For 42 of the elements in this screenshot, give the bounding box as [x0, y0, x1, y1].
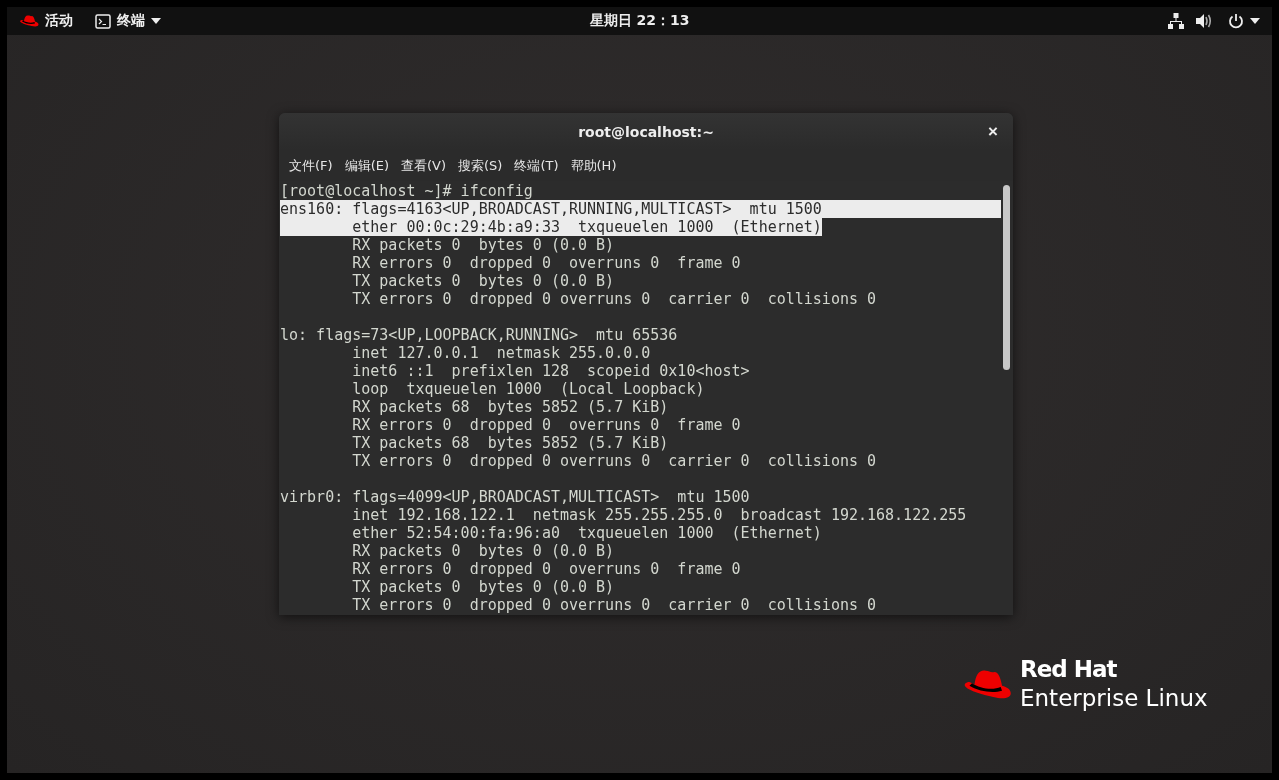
- close-button[interactable]: ×: [983, 122, 1003, 142]
- terminal-line: [root@localhost ~]# ifconfig: [280, 182, 533, 200]
- power-menu-button[interactable]: [1226, 13, 1262, 29]
- terminal-line: virbr0: flags=4099<UP,BROADCAST,MULTICAST> mtu 1500: [280, 488, 750, 506]
- caret-icon: [151, 18, 161, 24]
- terminal-line: TX packets 0 bytes 0 (0.0 B): [351, 578, 615, 596]
- window-title: root@localhost:~: [578, 123, 714, 140]
- clock[interactable]: 星期日 22：13: [589, 12, 690, 30]
- power-icon: [1228, 13, 1244, 29]
- network-icon[interactable]: [1168, 13, 1184, 29]
- menu-item[interactable]: 终端(T): [508, 152, 565, 179]
- menu-item[interactable]: 查看(V): [395, 152, 453, 179]
- terminal-line: TX errors 0 dropped 0 overruns 0 carrier 0 collisions 0: [351, 452, 877, 470]
- terminal-line: inet6 ::1 prefixlen 128 scopeid 0x10<host>: [351, 362, 750, 380]
- terminal-line: RX errors 0 dropped 0 overruns 0 frame 0: [351, 560, 741, 578]
- terminal-line: loop txqueuelen 1000 (Local Loopback): [351, 380, 705, 398]
- activities-button[interactable]: 活动: [17, 12, 75, 30]
- volume-icon[interactable]: [1196, 13, 1214, 29]
- menu-item[interactable]: 文件(F): [283, 152, 339, 179]
- terminal-line: RX packets 0 bytes 0 (0.0 B): [351, 236, 615, 254]
- menu-item[interactable]: 搜索(S): [452, 152, 509, 179]
- terminal-line: inet 192.168.122.1 netmask 255.255.255.0 broadcast 192.168.122.255: [351, 506, 967, 524]
- app-menu-button[interactable]: 终端: [93, 12, 163, 30]
- menu-item[interactable]: 编辑(E): [338, 152, 395, 179]
- terminal-line: RX errors 0 dropped 0 overruns 0 frame 0: [351, 254, 741, 272]
- terminal-icon: [95, 13, 111, 29]
- hat-icon: [19, 14, 39, 28]
- menu-item[interactable]: 帮助(H): [564, 152, 623, 179]
- terminal-line: TX packets 68 bytes 5852 (5.7 KiB): [351, 434, 669, 452]
- terminal-line: ether 52:54:00:fa:96:a0 txqueuelen 1000 (Ethernet): [351, 524, 822, 542]
- logo-brand: Red Hat: [1020, 655, 1118, 683]
- terminal-line: lo: flags=73<UP,LOOPBACK,RUNNING> mtu 65536: [280, 326, 678, 344]
- logo-product: Enterprise Linux: [1020, 684, 1208, 713]
- scrollbar-thumb[interactable]: [1003, 185, 1010, 370]
- terminal-line: TX errors 0 dropped 0 overruns 0 carrier 0 collisions 0: [351, 290, 877, 308]
- terminal-line: RX packets 0 bytes 0 (0.0 B): [351, 542, 615, 560]
- terminal-line: TX errors 0 dropped 0 overruns 0 carrier 0 collisions 0: [351, 596, 877, 614]
- terminal-line: TX packets 0 bytes 0 (0.0 B): [351, 272, 615, 290]
- caret-icon: [1250, 18, 1260, 24]
- terminal-line: inet 127.0.0.1 netmask 255.0.0.0: [351, 344, 651, 362]
- terminal-line: RX errors 0 dropped 0 overruns 0 frame 0: [351, 416, 741, 434]
- terminal-line: RX packets 68 bytes 5852 (5.7 KiB): [351, 398, 669, 416]
